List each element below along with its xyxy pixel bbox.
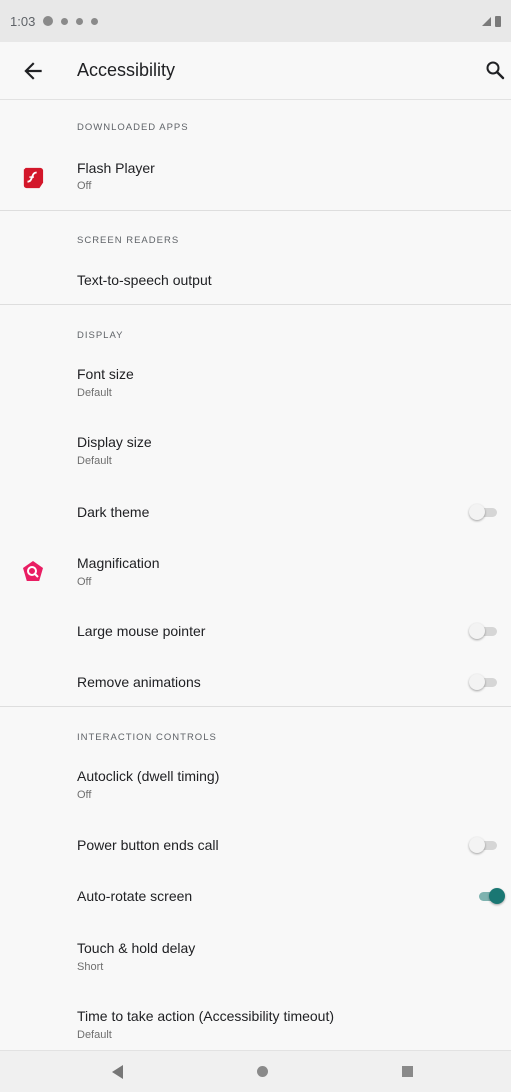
auto-rotate-title: Auto-rotate screen xyxy=(77,888,193,904)
arrow-back-icon[interactable] xyxy=(20,58,46,84)
font-size-subtitle: Default xyxy=(77,387,112,399)
power-button-toggle[interactable] xyxy=(469,837,499,853)
list-item-font-size[interactable]: Font size Default xyxy=(0,356,511,410)
list-item-dark-theme[interactable]: Dark theme xyxy=(0,494,511,532)
app-bar: Accessibility xyxy=(0,42,511,100)
font-size-title: Font size xyxy=(77,366,134,382)
auto-rotate-toggle[interactable] xyxy=(475,888,505,904)
remove-animations-toggle[interactable] xyxy=(469,674,499,690)
list-item-large-mouse-pointer[interactable]: Large mouse pointer xyxy=(0,613,511,651)
divider xyxy=(0,304,511,305)
list-item-text-to-speech[interactable]: Text-to-speech output xyxy=(0,262,511,300)
nav-recents-icon[interactable] xyxy=(402,1066,413,1077)
flash-player-icon xyxy=(23,167,44,189)
list-item-power-button-ends-call[interactable]: Power button ends call xyxy=(0,827,511,865)
remove-animations-title: Remove animations xyxy=(77,674,201,690)
autoclick-subtitle: Off xyxy=(77,789,92,801)
divider xyxy=(0,210,511,211)
page-title: Accessibility xyxy=(77,60,176,80)
large-pointer-title: Large mouse pointer xyxy=(77,623,206,639)
list-item-accessibility-timeout[interactable]: Time to take action (Accessibility timeo… xyxy=(0,998,511,1048)
battery-icon xyxy=(495,15,501,27)
list-item-autoclick[interactable]: Autoclick (dwell timing) Off xyxy=(0,758,511,812)
time-action-subtitle: Default xyxy=(77,1029,112,1041)
list-item-flash-player[interactable]: Flash Player Off xyxy=(0,150,511,208)
navigation-bar xyxy=(0,1050,511,1092)
status-time: 1:03 xyxy=(10,13,36,29)
large-pointer-toggle[interactable] xyxy=(469,623,499,639)
divider xyxy=(0,706,511,707)
wifi-icon xyxy=(91,17,99,25)
list-item-touch-hold-delay[interactable]: Touch & hold delay Short xyxy=(0,930,511,984)
notification-icon-2 xyxy=(61,17,69,25)
nav-back-icon[interactable] xyxy=(112,1065,123,1079)
search-icon[interactable] xyxy=(483,58,507,82)
section-header-downloaded-apps: DOWNLOADED APPS xyxy=(77,122,189,133)
touch-hold-subtitle: Short xyxy=(77,961,104,973)
flash-player-subtitle: Off xyxy=(77,180,92,192)
display-size-subtitle: Default xyxy=(77,455,112,467)
magnification-title: Magnification xyxy=(77,555,160,571)
list-item-magnification[interactable]: Magnification Off xyxy=(0,544,511,600)
signal-icon xyxy=(482,16,491,26)
magnification-icon xyxy=(23,561,43,581)
autoclick-title: Autoclick (dwell timing) xyxy=(77,768,220,784)
dark-theme-title: Dark theme xyxy=(77,504,150,520)
power-button-title: Power button ends call xyxy=(77,837,219,853)
tts-title: Text-to-speech output xyxy=(77,272,212,288)
list-item-display-size[interactable]: Display size Default xyxy=(0,424,511,478)
section-header-screen-readers: SCREEN READERS xyxy=(77,235,180,246)
touch-hold-title: Touch & hold delay xyxy=(77,940,196,956)
display-size-title: Display size xyxy=(77,434,152,450)
magnification-subtitle: Off xyxy=(77,576,92,588)
list-item-auto-rotate-screen[interactable]: Auto-rotate screen xyxy=(0,878,511,916)
section-header-display: DISPLAY xyxy=(77,330,124,341)
notification-icon-3 xyxy=(76,17,84,25)
notification-icon xyxy=(43,16,54,26)
flash-player-title: Flash Player xyxy=(77,160,155,176)
dark-theme-toggle[interactable] xyxy=(469,504,499,520)
section-header-interaction-controls: INTERACTION CONTROLS xyxy=(77,732,217,743)
time-action-title: Time to take action (Accessibility timeo… xyxy=(77,1008,335,1024)
nav-home-icon[interactable] xyxy=(257,1066,268,1077)
status-bar: 1:03 xyxy=(0,0,511,42)
list-item-remove-animations[interactable]: Remove animations xyxy=(0,664,511,702)
